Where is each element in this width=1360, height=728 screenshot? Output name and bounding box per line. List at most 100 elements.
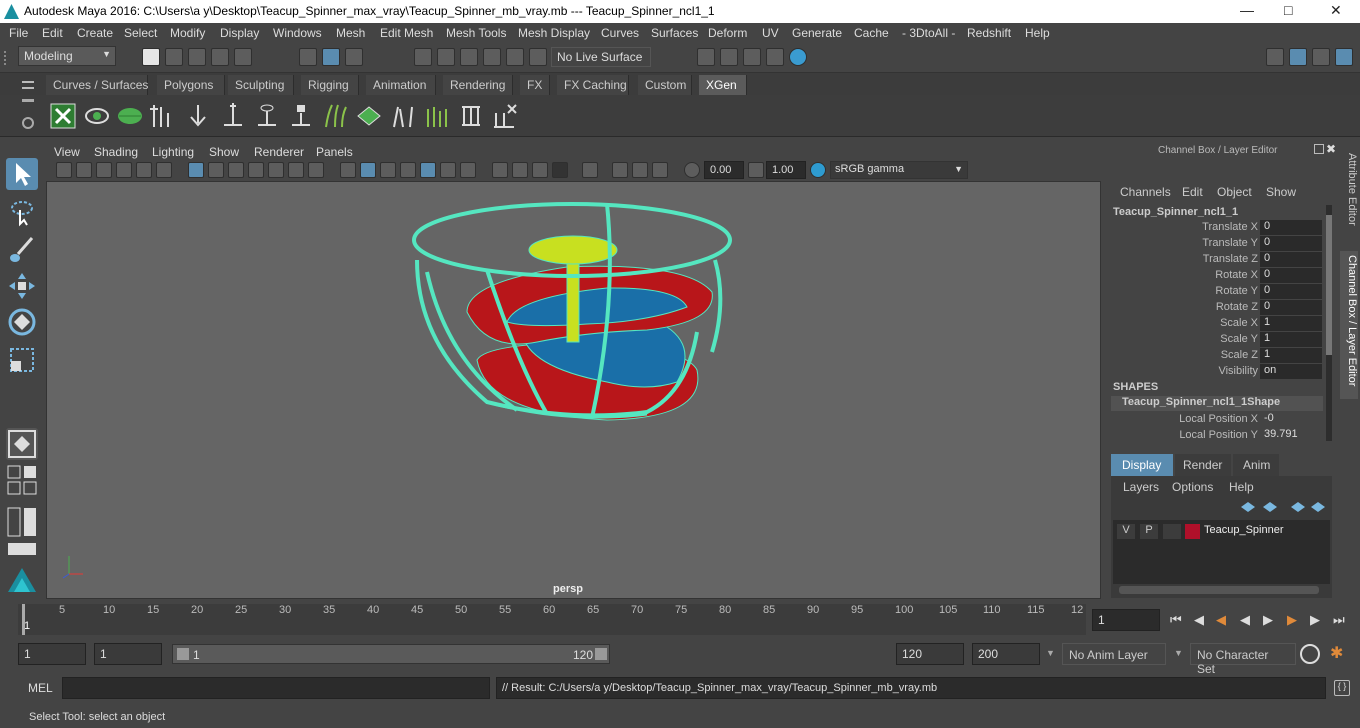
- menu-mesh-display[interactable]: Mesh Display: [518, 26, 590, 40]
- perspective-viewport[interactable]: persp: [46, 181, 1101, 599]
- animation-start-field[interactable]: 1: [18, 643, 86, 665]
- resolution-gate-icon[interactable]: [228, 162, 244, 178]
- textured-icon[interactable]: [420, 162, 436, 178]
- menu-select[interactable]: Select: [124, 26, 157, 40]
- new-scene-icon[interactable]: [142, 48, 160, 66]
- layer-menu-layers[interactable]: Layers: [1123, 480, 1159, 494]
- play-backwards-icon[interactable]: ◀: [1240, 612, 1250, 628]
- menu-edit-mesh[interactable]: Edit Mesh: [380, 26, 433, 40]
- single-perspective-layout-icon[interactable]: [6, 428, 38, 460]
- range-bar[interactable]: 1 120: [172, 644, 610, 664]
- workspace-toggle-icon[interactable]: [1289, 48, 1307, 66]
- chevron-down-icon[interactable]: ▼: [1046, 648, 1055, 658]
- gate-mask-icon[interactable]: [248, 162, 264, 178]
- grid-toggle-icon[interactable]: [188, 162, 204, 178]
- attr-row-local-position-x[interactable]: Local Position X -0: [1108, 412, 1338, 428]
- command-language-label[interactable]: MEL: [28, 681, 53, 695]
- xgen-guide-lock-icon[interactable]: [288, 103, 314, 129]
- mode-selector[interactable]: Modeling ▼: [18, 46, 116, 66]
- exposure-field[interactable]: 0.00: [704, 161, 744, 179]
- exposure-icon[interactable]: [684, 162, 700, 178]
- tab-polygons[interactable]: Polygons: [157, 75, 225, 95]
- xgen-guide-eye-icon[interactable]: [254, 103, 280, 129]
- object-name[interactable]: Teacup_Spinner_ncl1_1: [1113, 206, 1238, 218]
- menu-mesh[interactable]: Mesh: [336, 26, 365, 40]
- xgen-visibility-icon[interactable]: [84, 103, 110, 129]
- hypershade-icon[interactable]: [789, 48, 807, 66]
- xray-joints-icon[interactable]: [632, 162, 648, 178]
- make-live-icon[interactable]: [529, 48, 547, 66]
- playback-end-field[interactable]: 120: [896, 643, 964, 665]
- smooth-shade-icon[interactable]: [360, 162, 376, 178]
- layer-horizontal-scrollbar[interactable]: [1119, 586, 1319, 594]
- menu-cache[interactable]: Cache: [854, 26, 889, 40]
- redo-icon[interactable]: [234, 48, 252, 66]
- xgen-guide-plus-icon[interactable]: [220, 103, 246, 129]
- panel-menu-lighting[interactable]: Lighting: [152, 145, 194, 159]
- panel-menu-shading[interactable]: Shading: [94, 145, 138, 159]
- select-object-icon[interactable]: [322, 48, 340, 66]
- attr-row-visibility[interactable]: Visibility on: [1108, 364, 1338, 380]
- undo-icon[interactable]: [211, 48, 229, 66]
- menu-modify[interactable]: Modify: [170, 26, 205, 40]
- tab-curves-surfaces[interactable]: Curves / Surfaces: [46, 75, 148, 95]
- color-management-icon[interactable]: [810, 162, 826, 178]
- step-forward-key-icon[interactable]: ▶: [1287, 612, 1297, 628]
- go-to-end-icon[interactable]: ⏭: [1333, 612, 1345, 628]
- attr-row-scale-y[interactable]: Scale Y1: [1108, 332, 1338, 348]
- two-d-pan-icon[interactable]: [136, 162, 152, 178]
- new-layer-selected-icon[interactable]: [1291, 502, 1305, 512]
- character-set-selector[interactable]: No Character Set: [1190, 643, 1296, 676]
- menu-surfaces[interactable]: Surfaces: [651, 26, 698, 40]
- go-to-start-icon[interactable]: ⏮: [1170, 612, 1182, 628]
- tab-animation[interactable]: Animation: [366, 75, 436, 95]
- maximize-button[interactable]: □: [1284, 2, 1292, 18]
- tab-fx[interactable]: FX: [520, 75, 550, 95]
- channel-menu-show[interactable]: Show: [1266, 185, 1296, 199]
- panel-menu-view[interactable]: View: [54, 145, 80, 159]
- safe-action-icon[interactable]: [288, 162, 304, 178]
- wireframe-icon[interactable]: [340, 162, 356, 178]
- animation-preferences-icon[interactable]: ✱: [1330, 643, 1343, 663]
- tab-sculpting[interactable]: Sculpting: [228, 75, 294, 95]
- range-end-handle[interactable]: [595, 648, 607, 660]
- chevron-down-icon[interactable]: ▼: [1174, 648, 1183, 658]
- layer-move-up-icon[interactable]: [1241, 502, 1255, 512]
- tab-xgen[interactable]: XGen: [699, 75, 747, 95]
- attr-row-scale-z[interactable]: Scale Z1: [1108, 348, 1338, 364]
- command-input[interactable]: [62, 677, 490, 699]
- panel-menu-show[interactable]: Show: [209, 145, 239, 159]
- gamma-field[interactable]: 1.00: [766, 161, 806, 179]
- play-forwards-icon[interactable]: ▶: [1263, 612, 1273, 628]
- render-settings-icon[interactable]: [766, 48, 784, 66]
- menu-generate[interactable]: Generate: [792, 26, 842, 40]
- teacup-spinner-model[interactable]: [47, 182, 1101, 599]
- snap-view-plane-icon[interactable]: [506, 48, 524, 66]
- xray-icon[interactable]: [612, 162, 628, 178]
- layer-display-type-toggle[interactable]: [1163, 524, 1181, 539]
- snap-point-icon[interactable]: [460, 48, 478, 66]
- field-chart-icon[interactable]: [268, 162, 284, 178]
- xgen-leaf-icon[interactable]: [117, 103, 143, 129]
- safe-title-icon[interactable]: [308, 162, 324, 178]
- menu-help[interactable]: Help: [1025, 26, 1050, 40]
- attr-row-scale-x[interactable]: Scale X1: [1108, 316, 1338, 332]
- tab-rigging[interactable]: Rigging: [301, 75, 359, 95]
- four-view-layout-icon[interactable]: [6, 464, 38, 498]
- gamma-icon[interactable]: [748, 162, 764, 178]
- menu-mesh-tools[interactable]: Mesh Tools: [446, 26, 506, 40]
- shelf-settings-icon[interactable]: [22, 117, 34, 129]
- attr-row-rotate-z[interactable]: Rotate Z0: [1108, 300, 1338, 316]
- xgen-guides-flip-icon[interactable]: [458, 103, 484, 129]
- menu-display[interactable]: Display: [220, 26, 259, 40]
- float-panel-icon[interactable]: [1314, 144, 1324, 154]
- playback-start-field[interactable]: 1: [94, 643, 162, 665]
- close-button[interactable]: ✕: [1330, 2, 1342, 19]
- live-surface-field[interactable]: No Live Surface: [551, 47, 651, 67]
- minimize-button[interactable]: —: [1240, 2, 1254, 18]
- xgen-guides-select-icon[interactable]: [424, 103, 450, 129]
- layer-color-swatch[interactable]: [1185, 524, 1200, 539]
- tab-anim[interactable]: Anim: [1233, 454, 1279, 476]
- snap-grid-icon[interactable]: [414, 48, 432, 66]
- shadows-icon[interactable]: [460, 162, 476, 178]
